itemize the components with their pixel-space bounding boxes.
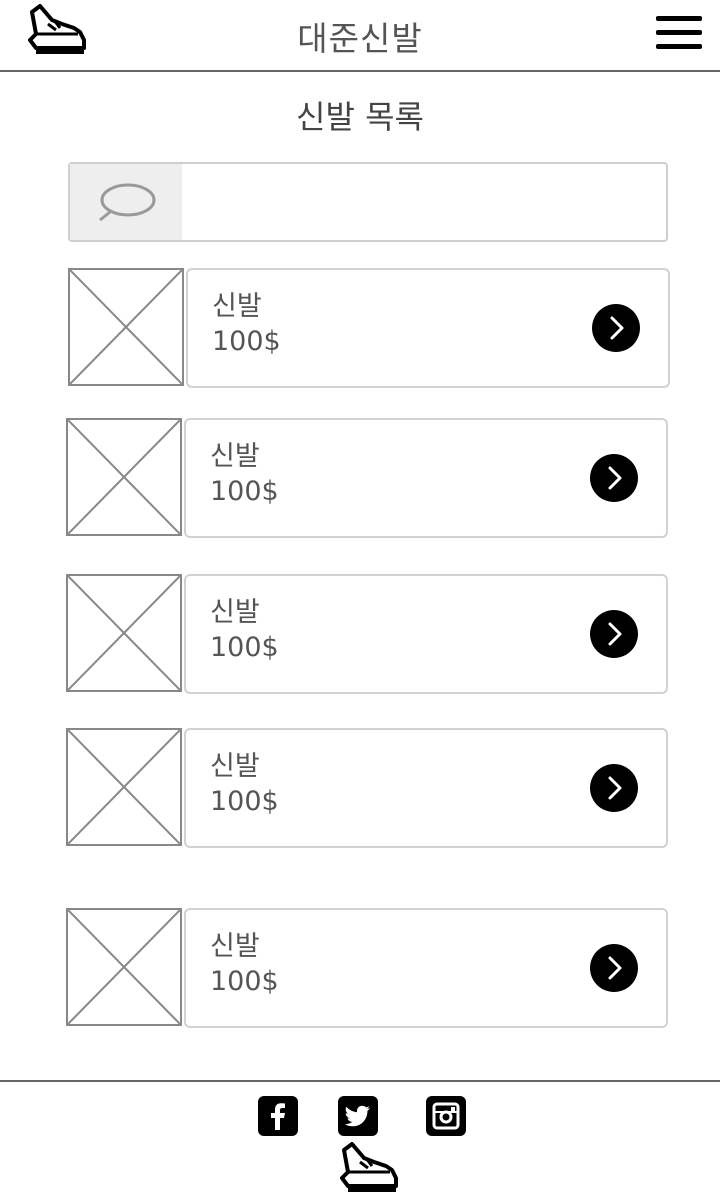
search-icon: [99, 183, 156, 222]
chevron-right-icon[interactable]: [590, 764, 638, 812]
product-name: 신발: [212, 291, 262, 322]
list-item: 신발 100$: [0, 418, 720, 538]
product-price: 100$: [212, 326, 281, 357]
product-name: 신발: [210, 931, 260, 962]
product-price: 100$: [210, 632, 279, 663]
product-card[interactable]: 신발 100$: [184, 728, 668, 848]
list-item: 신발 100$: [0, 728, 720, 848]
image-placeholder: [68, 268, 184, 386]
chevron-right-icon[interactable]: [590, 610, 638, 658]
image-placeholder: [66, 418, 182, 536]
image-placeholder: [66, 728, 182, 846]
product-card[interactable]: 신발 100$: [184, 574, 668, 694]
product-card[interactable]: 신발 100$: [184, 908, 668, 1028]
sneaker-icon: [338, 1142, 402, 1196]
search-input[interactable]: [184, 164, 664, 240]
page: 대준신발 신발 목록 신발 100$ 신발 100$ 신발 100$ 신발 10…: [0, 0, 720, 1200]
product-price: 100$: [210, 786, 279, 817]
product-name: 신발: [210, 751, 260, 782]
list-item: 신발 100$: [0, 268, 720, 388]
chevron-right-icon[interactable]: [590, 944, 638, 992]
twitter-icon[interactable]: [338, 1096, 378, 1136]
chevron-right-icon[interactable]: [592, 304, 640, 352]
page-title: 신발 목록: [296, 98, 424, 136]
list-item: 신발 100$: [0, 908, 720, 1028]
product-card[interactable]: 신발 100$: [184, 418, 668, 538]
chevron-right-icon[interactable]: [590, 454, 638, 502]
product-price: 100$: [210, 966, 279, 997]
product-name: 신발: [210, 441, 260, 472]
facebook-icon[interactable]: [258, 1096, 298, 1136]
search-button[interactable]: [70, 164, 182, 240]
app-title: 대준신발: [297, 19, 423, 58]
footer: [0, 1080, 720, 1200]
search-bar: [68, 162, 668, 242]
product-price: 100$: [210, 476, 279, 507]
product-card[interactable]: 신발 100$: [186, 268, 670, 388]
hamburger-menu-icon[interactable]: [656, 16, 704, 52]
image-placeholder: [66, 908, 182, 1026]
header: 대준신발: [0, 0, 720, 72]
list-item: 신발 100$: [0, 574, 720, 694]
product-name: 신발: [210, 597, 260, 628]
image-placeholder: [66, 574, 182, 692]
instagram-icon[interactable]: [426, 1096, 466, 1136]
